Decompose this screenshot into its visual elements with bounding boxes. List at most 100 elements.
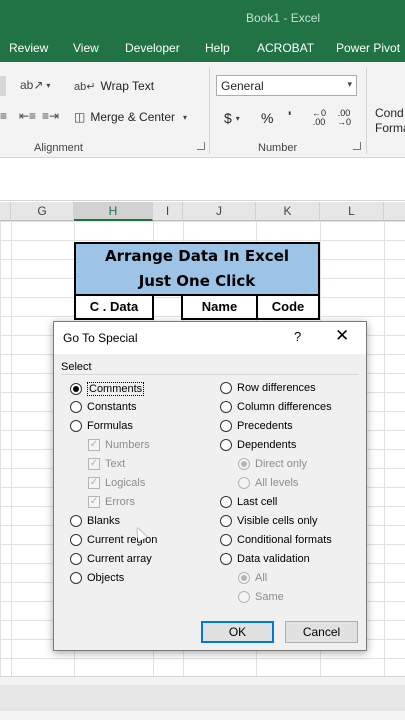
merge-center-label: Merge & Center — [90, 110, 176, 124]
option-precedents[interactable]: Precedents — [220, 420, 293, 432]
percent-button[interactable]: % — [261, 110, 273, 126]
chevron-down-icon: ▾ — [46, 80, 51, 90]
header-cell-name[interactable]: Name — [181, 296, 258, 320]
increase-decimal-label: .00 — [312, 117, 326, 127]
option-row-differences[interactable]: Row differences — [220, 382, 316, 394]
option-blanks[interactable]: Blanks — [70, 515, 120, 527]
option-data-validation[interactable]: Data validation — [220, 553, 310, 565]
option-label: Row differences — [237, 382, 316, 394]
number-format-dropdown[interactable]: General ▾ — [216, 75, 357, 96]
tab-acrobat[interactable]: ACROBAT — [257, 41, 314, 55]
column-header-i[interactable]: I — [153, 202, 183, 221]
option-label: Column differences — [237, 401, 332, 413]
option-label: All — [255, 572, 268, 584]
column-header-k[interactable]: K — [256, 202, 320, 221]
increase-indent-button[interactable]: ≡⇥ — [42, 109, 59, 123]
select-all-corner[interactable] — [0, 202, 11, 221]
option-objects[interactable]: Objects — [70, 572, 124, 584]
banner-line-1: Arrange Data In Excel — [104, 247, 290, 265]
option-label: Logicals — [105, 477, 146, 489]
radio-column-differences[interactable] — [220, 401, 232, 413]
radio-same — [238, 591, 250, 603]
increase-indent-icon: ≡⇥ — [42, 109, 60, 123]
tab-developer[interactable]: Developer — [125, 41, 180, 55]
option-conditional-formats[interactable]: Conditional formats — [220, 534, 332, 546]
align-left-button[interactable] — [0, 76, 6, 96]
option-label: Objects — [87, 572, 125, 584]
radio-visible-cells-only[interactable] — [220, 515, 232, 527]
tab-review[interactable]: Review — [9, 41, 48, 55]
radio-current-region[interactable] — [70, 534, 82, 546]
chevron-down-icon: ▾ — [183, 112, 188, 122]
comma-label: ' — [288, 108, 292, 124]
increase-decimal-button[interactable]: ←0.00 — [312, 109, 326, 127]
ribbon-separator — [209, 68, 210, 154]
help-button[interactable]: ? — [294, 329, 301, 344]
radio-data-validation[interactable] — [220, 553, 232, 565]
option-label: Precedents — [237, 420, 293, 432]
decrease-indent-2-button[interactable]: ⇤≡ — [19, 109, 36, 123]
title-banner-cell[interactable]: Arrange Data In Excel Just One Click — [74, 242, 320, 296]
radio-objects[interactable] — [70, 572, 82, 584]
column-header-j[interactable]: J — [183, 202, 256, 221]
decrease-indent-icon: ⇤≡ — [19, 109, 37, 123]
radio-comments[interactable] — [70, 383, 82, 395]
option-logicals: ✓ Logicals — [88, 477, 145, 489]
decrease-decimal-button[interactable]: .00 →0 — [337, 109, 351, 127]
ok-button[interactable]: OK — [201, 621, 274, 643]
radio-last-cell[interactable] — [220, 496, 232, 508]
alignment-launcher-icon[interactable] — [197, 142, 205, 150]
select-group-label: Select — [61, 361, 92, 373]
option-constants[interactable]: Constants — [70, 401, 137, 413]
option-formulas[interactable]: Formulas — [70, 420, 133, 432]
option-label: Blanks — [87, 515, 121, 527]
window-title: Book1 - Excel — [246, 11, 321, 25]
tab-view[interactable]: View — [73, 41, 99, 55]
radio-dependents[interactable] — [220, 439, 232, 451]
radio-precedents[interactable] — [220, 420, 232, 432]
option-column-differences[interactable]: Column differences — [220, 401, 332, 413]
option-visible-cells-only[interactable]: Visible cells only — [220, 515, 318, 527]
number-launcher-icon[interactable] — [353, 142, 361, 150]
column-header-h[interactable]: H — [74, 202, 153, 221]
decrease-decimal-icon: →0 — [337, 117, 352, 127]
chevron-down-icon: ▾ — [347, 79, 352, 89]
option-last-cell[interactable]: Last cell — [220, 496, 277, 508]
checkbox-logicals: ✓ — [88, 477, 100, 489]
radio-row-differences[interactable] — [220, 382, 232, 394]
radio-current-array[interactable] — [70, 553, 82, 565]
checkbox-text: ✓ — [88, 458, 100, 470]
close-button[interactable]: ✕ — [335, 326, 349, 346]
wrap-text-button[interactable]: ab↵ Wrap Text — [74, 79, 154, 93]
decrease-indent-button[interactable]: ≡ — [0, 109, 7, 123]
formula-bar-area — [0, 159, 405, 201]
header-cell-code[interactable]: Code — [256, 296, 320, 320]
radio-constants[interactable] — [70, 401, 82, 413]
title-bar: Book1 - Excel — [0, 0, 405, 36]
comma-button[interactable]: ' — [288, 108, 291, 124]
tab-power-pivot[interactable]: Power Pivot — [336, 41, 400, 55]
column-header-l[interactable]: L — [320, 202, 384, 221]
checkbox-errors: ✓ — [88, 496, 100, 508]
go-to-special-dialog: Go To Special ? ✕ Select Comments Consta… — [53, 321, 367, 651]
option-current-array[interactable]: Current array — [70, 553, 152, 565]
option-label: Comments — [87, 382, 145, 396]
conditional-formatting-button[interactable]: Cond Forma — [375, 106, 405, 136]
column-header-g[interactable]: G — [11, 202, 74, 221]
option-label: Dependents — [237, 439, 297, 451]
option-label: Visible cells only — [237, 515, 318, 527]
sheet-tab-strip — [0, 685, 405, 711]
currency-button[interactable]: $ ▾ — [224, 110, 240, 126]
merge-center-button[interactable]: ◫ Merge & Center ▾ — [74, 110, 187, 124]
cancel-button[interactable]: Cancel — [285, 621, 358, 643]
option-dependents[interactable]: Dependents — [220, 439, 296, 451]
grid-line — [384, 221, 385, 676]
tab-help[interactable]: Help — [205, 41, 230, 55]
option-comments[interactable]: Comments — [70, 382, 145, 396]
orientation-icon: ab↗ — [20, 78, 44, 92]
radio-formulas[interactable] — [70, 420, 82, 432]
orientation-button[interactable]: ab↗ ▾ — [20, 78, 50, 92]
radio-conditional-formats[interactable] — [220, 534, 232, 546]
header-cell-c-data[interactable]: C . Data — [74, 296, 154, 320]
radio-blanks[interactable] — [70, 515, 82, 527]
